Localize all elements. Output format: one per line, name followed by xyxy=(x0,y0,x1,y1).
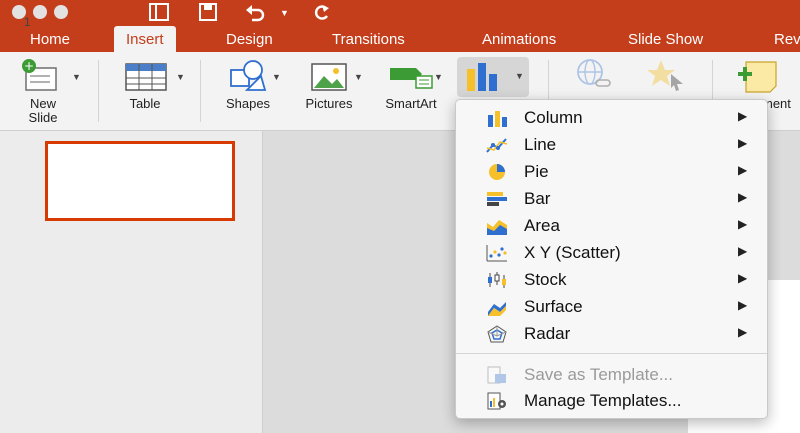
submenu-arrow-icon: ▶ xyxy=(738,298,748,312)
action-button[interactable] xyxy=(640,56,692,97)
undo-icon[interactable] xyxy=(244,2,270,28)
shapes-icon xyxy=(230,60,267,91)
ribbon-tabs: Home Insert Design Transitions Animation… xyxy=(0,26,800,52)
smartart-icon xyxy=(390,68,433,89)
title-bar: ▼ xyxy=(0,0,800,26)
save-icon[interactable] xyxy=(198,2,218,28)
pictures-label: Pictures xyxy=(305,96,353,111)
submenu-arrow-icon: ▶ xyxy=(738,136,748,150)
smartart-button[interactable]: SmartArt xyxy=(374,56,448,111)
submenu-arrow-icon: ▶ xyxy=(738,190,748,204)
menu-item-stock[interactable]: Stock ▶ xyxy=(456,267,767,293)
menu-item-label: Area xyxy=(524,216,560,235)
tab-transitions[interactable]: Transitions xyxy=(332,26,405,52)
redo-icon[interactable] xyxy=(310,2,332,28)
chart-type-menu: Column ▶ Line ▶ Pie ▶ Bar ▶ Area ▶ X Y (… xyxy=(455,99,768,419)
menu-separator xyxy=(456,353,767,354)
comment-icon xyxy=(738,61,777,93)
pie-chart-icon xyxy=(489,164,505,180)
slide-thumbnail[interactable] xyxy=(45,141,235,221)
smartart-label: SmartArt xyxy=(385,96,437,111)
menu-item-surface[interactable]: Surface ▶ xyxy=(456,294,767,320)
smartart-dropdown-icon[interactable]: ▼ xyxy=(434,72,443,82)
new-slide-dropdown-icon[interactable]: ▼ xyxy=(72,72,81,82)
menu-item-label: Stock xyxy=(524,270,567,289)
pictures-button[interactable]: Pictures xyxy=(295,56,363,111)
chart-dropdown-icon[interactable]: ▼ xyxy=(515,71,524,81)
submenu-arrow-icon: ▶ xyxy=(738,244,748,258)
new-slide-label-line2: Slide xyxy=(28,110,58,125)
action-star-icon xyxy=(647,60,683,91)
minimize-window-button[interactable] xyxy=(33,5,47,19)
submenu-arrow-icon: ▶ xyxy=(738,325,748,339)
menu-item-line[interactable]: Line ▶ xyxy=(456,132,767,158)
menu-item-column[interactable]: Column ▶ xyxy=(456,105,767,131)
hyperlink-icon xyxy=(577,59,611,87)
zoom-window-button[interactable] xyxy=(54,5,68,19)
tab-review[interactable]: Rev xyxy=(774,26,800,52)
menu-item-label: Line xyxy=(524,135,557,154)
line-chart-icon xyxy=(486,138,508,153)
tab-slide-show[interactable]: Slide Show xyxy=(628,26,703,52)
save-as-template-item: Save as Template... xyxy=(456,362,767,388)
new-slide-button[interactable]: + New Slide xyxy=(12,56,74,125)
submenu-arrow-icon: ▶ xyxy=(738,217,748,231)
menu-item-label: Pie xyxy=(524,162,549,181)
manage-templates-icon xyxy=(487,392,506,410)
menu-item-label: Surface xyxy=(524,297,583,316)
table-icon xyxy=(125,63,167,91)
new-slide-label-line1: New xyxy=(29,96,56,111)
bar-chart-icon xyxy=(487,192,507,206)
svg-text:+: + xyxy=(24,59,34,73)
scatter-chart-icon xyxy=(486,245,507,262)
shapes-label: Shapes xyxy=(225,96,271,111)
sidebar-toggle-icon[interactable] xyxy=(148,2,170,28)
stock-chart-icon xyxy=(488,272,506,288)
menu-item-label: X Y (Scatter) xyxy=(524,243,621,262)
area-chart-icon xyxy=(487,220,507,235)
menu-item-area[interactable]: Area ▶ xyxy=(456,213,767,239)
submenu-arrow-icon: ▶ xyxy=(738,271,748,285)
save-as-template-label: Save as Template... xyxy=(524,365,673,384)
tab-insert[interactable]: Insert xyxy=(114,26,176,52)
submenu-arrow-icon: ▶ xyxy=(738,109,748,123)
tab-home[interactable]: Home xyxy=(30,26,70,52)
manage-templates-label: Manage Templates... xyxy=(524,391,682,410)
menu-item-label: Bar xyxy=(524,189,551,208)
save-template-icon xyxy=(487,366,506,384)
column-chart-icon xyxy=(488,111,507,127)
slide-number: 1 xyxy=(24,15,31,29)
chart-icon xyxy=(467,63,497,91)
table-dropdown-icon[interactable]: ▼ xyxy=(176,72,185,82)
menu-item-radar[interactable]: Radar ▶ xyxy=(456,321,767,347)
pictures-dropdown-icon[interactable]: ▼ xyxy=(354,72,363,82)
menu-item-label: Radar xyxy=(524,324,571,343)
menu-item-label: Column xyxy=(524,108,583,127)
tab-design[interactable]: Design xyxy=(226,26,273,52)
pictures-icon xyxy=(311,63,347,91)
table-button[interactable]: Table xyxy=(115,56,175,111)
table-label: Table xyxy=(129,96,161,111)
new-slide-icon: + xyxy=(22,59,57,91)
submenu-arrow-icon: ▶ xyxy=(738,163,748,177)
menu-item-bar[interactable]: Bar ▶ xyxy=(456,186,767,212)
radar-chart-icon xyxy=(487,325,507,343)
surface-chart-icon xyxy=(488,302,506,316)
tab-animations[interactable]: Animations xyxy=(482,26,556,52)
manage-templates-item[interactable]: Manage Templates... xyxy=(456,388,767,414)
chart-button[interactable]: ▼ xyxy=(457,57,529,97)
shapes-dropdown-icon[interactable]: ▼ xyxy=(272,72,281,82)
hyperlink-button[interactable] xyxy=(568,56,618,97)
shapes-button[interactable]: Shapes xyxy=(216,56,280,111)
undo-dropdown-icon[interactable]: ▼ xyxy=(280,2,289,24)
menu-item-scatter[interactable]: X Y (Scatter) ▶ xyxy=(456,240,767,266)
menu-item-pie[interactable]: Pie ▶ xyxy=(456,159,767,185)
